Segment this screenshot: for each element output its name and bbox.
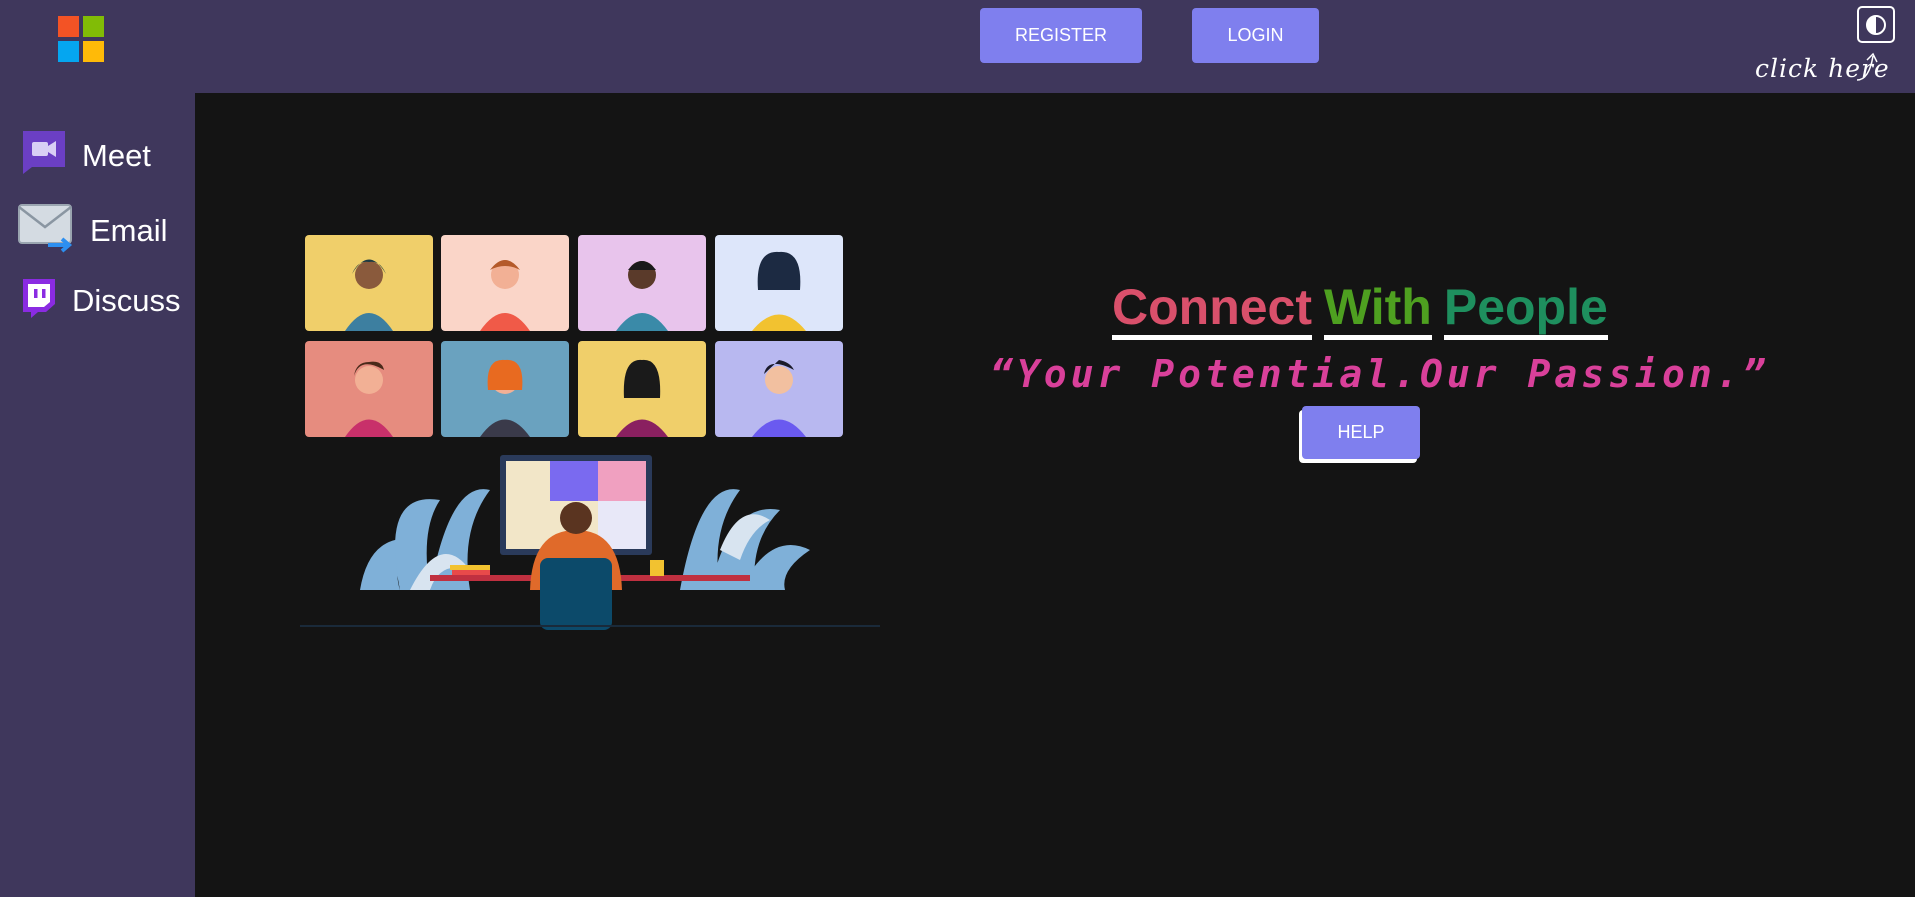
sidebar-item-label: Meet: [82, 138, 151, 173]
headline-word-people: People: [1443, 279, 1608, 340]
help-button[interactable]: HELP: [1302, 406, 1420, 459]
logo-square-green: [83, 16, 104, 37]
sidebar-item-label: Discuss: [72, 283, 181, 318]
envelope-icon: [18, 201, 76, 261]
sidebar: Meet Email Discuss: [0, 93, 195, 897]
tagline: “Your Potential.Our Passion.”: [990, 352, 1770, 396]
headline-word-connect: Connect: [1112, 279, 1312, 340]
sidebar-item-label: Email: [90, 213, 168, 248]
sidebar-item-email[interactable]: Email: [18, 201, 168, 261]
theme-toggle-button[interactable]: [1857, 6, 1895, 43]
logo-square-yellow: [83, 41, 104, 62]
sidebar-item-discuss[interactable]: Discuss: [20, 276, 181, 326]
chat-icon: [20, 276, 58, 326]
theme-hint-text: click here: [1755, 54, 1890, 83]
login-button[interactable]: LOGIN: [1192, 8, 1319, 63]
logo-square-red: [58, 16, 79, 37]
top-bar: REGISTER LOGIN click here: [0, 0, 1915, 93]
register-button[interactable]: REGISTER: [980, 8, 1142, 63]
contrast-icon: [1866, 14, 1886, 35]
logo-square-blue: [58, 41, 79, 62]
headline: Connect With People: [1112, 278, 1608, 340]
video-call-illustration: [300, 235, 880, 630]
logo[interactable]: [58, 16, 104, 62]
video-camera-icon: [20, 128, 68, 184]
sidebar-item-meet[interactable]: Meet: [20, 128, 151, 184]
headline-word-with: With: [1324, 279, 1432, 340]
